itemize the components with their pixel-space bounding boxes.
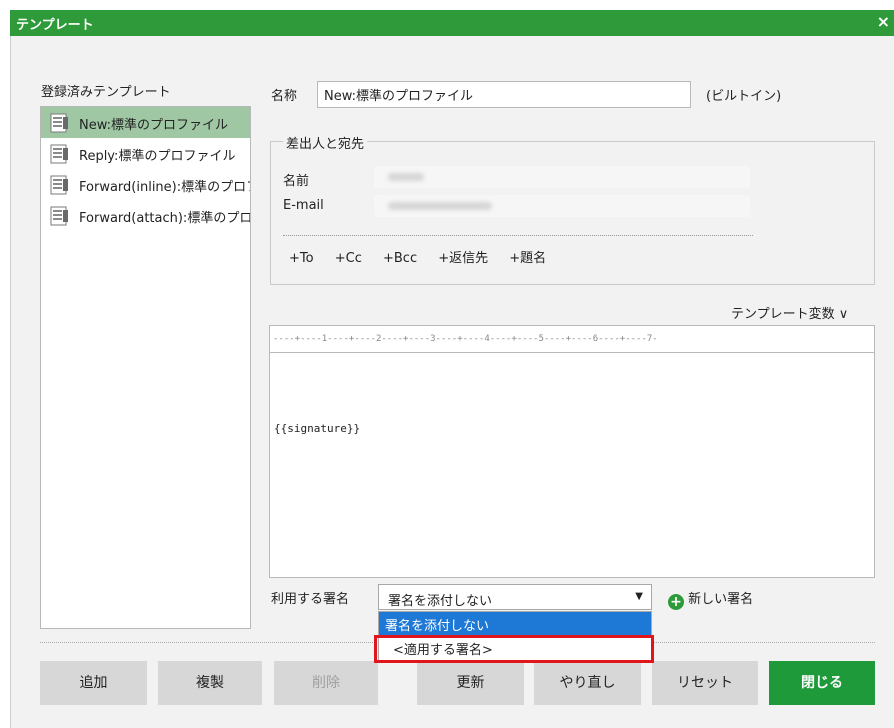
- template-item-new[interactable]: New:標準のプロファイル: [41, 107, 250, 138]
- sender-name-label: 名前: [283, 174, 310, 189]
- new-signature-button[interactable]: + 新しい署名: [668, 588, 753, 610]
- email-field[interactable]: [374, 195, 750, 217]
- dropdown-arrow-icon: ▼: [635, 591, 643, 602]
- email-label: E-mail: [283, 198, 324, 213]
- add-reply-to-link[interactable]: +返信先: [438, 251, 488, 266]
- template-item-forward-inline[interactable]: Forward(inline):標準のプロファイル: [41, 169, 250, 200]
- column-ruler: ----+----1----+----2----+----3----+----4…: [270, 326, 874, 353]
- plus-icon: +: [668, 594, 684, 610]
- template-variables-menu[interactable]: テンプレート変数 ∨: [731, 303, 848, 322]
- template-item-label: Forward(attach):標準のプロファイル: [79, 211, 250, 226]
- reset-button[interactable]: リセット: [652, 661, 758, 705]
- add-subject-link[interactable]: +題名: [509, 251, 546, 266]
- document-icon: [50, 175, 68, 195]
- delete-button[interactable]: 削除: [274, 661, 378, 705]
- editor-text[interactable]: {{signature}}: [274, 422, 360, 435]
- registered-templates-title: 登録済みテンプレート: [41, 85, 171, 100]
- title-bar: テンプレート ×: [10, 10, 894, 36]
- template-item-forward-attach[interactable]: Forward(attach):標準のプロファイル: [41, 200, 250, 231]
- template-item-reply[interactable]: Reply:標準のプロファイル: [41, 138, 250, 169]
- document-icon: [50, 113, 68, 133]
- add-cc-link[interactable]: +Cc: [335, 251, 362, 266]
- template-item-label: New:標準のプロファイル: [79, 118, 229, 133]
- header-field-links: +To +Cc +Bcc +返信先 +題名: [289, 247, 563, 266]
- template-name-input[interactable]: [317, 81, 691, 108]
- duplicate-button[interactable]: 複製: [158, 661, 262, 705]
- window-title: テンプレート: [16, 18, 94, 33]
- template-list: New:標準のプロファイル Reply:標準のプロファイル Forward(in…: [40, 106, 251, 629]
- document-icon: [50, 206, 68, 226]
- close-icon[interactable]: ×: [877, 12, 890, 31]
- name-label: 名称: [271, 89, 298, 104]
- new-signature-label: 新しい署名: [688, 592, 754, 607]
- template-body-editor[interactable]: ----+----1----+----2----+----3----+----4…: [269, 325, 875, 578]
- add-to-link[interactable]: +To: [289, 251, 314, 266]
- sender-recipient-legend: 差出人と宛先: [283, 133, 368, 152]
- close-button[interactable]: 閉じる: [769, 661, 875, 705]
- signature-option-none[interactable]: 署名を添付しない: [379, 612, 651, 636]
- redo-button[interactable]: やり直し: [534, 661, 641, 705]
- update-button[interactable]: 更新: [417, 661, 524, 705]
- sender-name-field[interactable]: [374, 166, 750, 188]
- document-icon: [50, 144, 68, 164]
- template-item-label: Reply:標準のプロファイル: [79, 149, 236, 164]
- divider: [283, 235, 753, 236]
- signature-selected-value: 署名を添付しない: [388, 594, 493, 609]
- highlight-box: [374, 635, 654, 663]
- add-button[interactable]: 追加: [40, 661, 147, 705]
- signature-select[interactable]: 署名を添付しない ▼: [378, 584, 652, 610]
- template-item-label: Forward(inline):標準のプロファイル: [79, 180, 250, 195]
- signature-label: 利用する署名: [271, 592, 350, 607]
- builtin-label: (ビルトイン): [706, 89, 782, 104]
- add-bcc-link[interactable]: +Bcc: [383, 251, 417, 266]
